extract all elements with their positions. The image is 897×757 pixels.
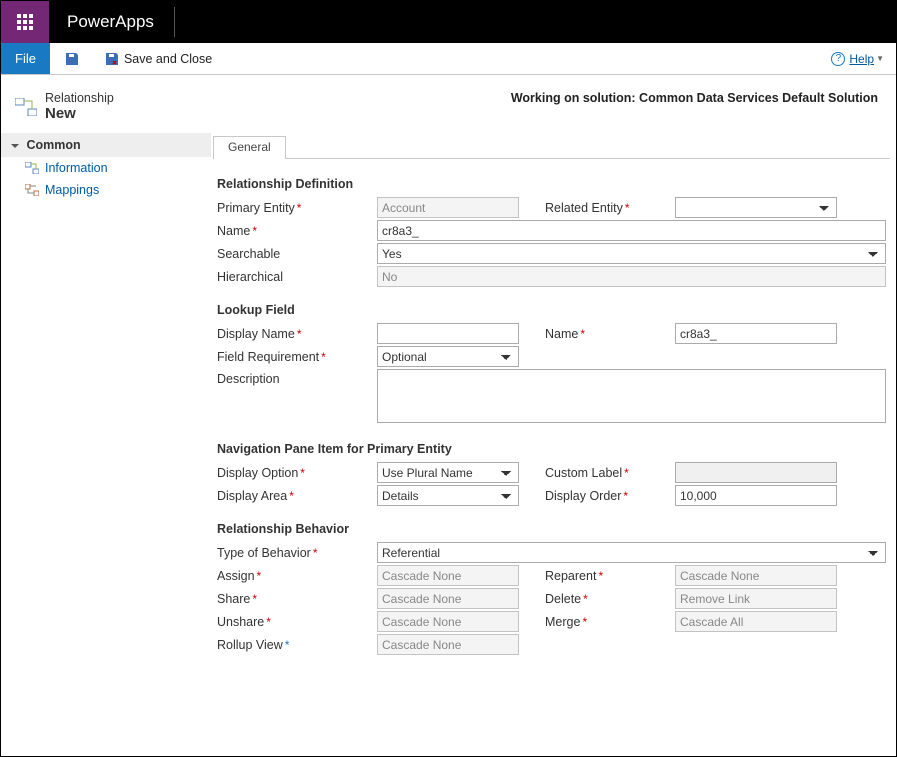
- app-launcher-button[interactable]: [1, 1, 49, 43]
- label-field-requirement: Field Requirement*: [217, 347, 377, 367]
- input-display-name[interactable]: [377, 323, 519, 344]
- chevron-down-icon: [11, 144, 19, 148]
- sidebar-item-information[interactable]: Information: [1, 157, 211, 179]
- label-rollup: Rollup View*: [217, 635, 377, 655]
- brand-separator: [174, 7, 175, 37]
- sidebar-group-common[interactable]: Common: [1, 133, 211, 157]
- label-display-order: Display Order*: [545, 486, 675, 506]
- header-type-label: Relationship: [45, 91, 114, 105]
- label-display-name: Display Name*: [217, 324, 377, 344]
- select-share: Cascade None: [377, 588, 519, 609]
- input-rel-name[interactable]: [377, 220, 886, 241]
- sidebar-item-label: Mappings: [45, 183, 99, 197]
- select-rollup: Cascade None: [377, 634, 519, 655]
- label-display-option: Display Option*: [217, 463, 377, 483]
- select-reparent: Cascade None: [675, 565, 837, 586]
- save-icon: [64, 51, 80, 67]
- label-assign: Assign*: [217, 566, 377, 586]
- label-description: Description: [217, 369, 377, 389]
- sidebar-group-label: Common: [26, 138, 80, 152]
- label-searchable: Searchable: [217, 244, 377, 264]
- save-button[interactable]: [58, 43, 90, 74]
- input-lookup-name[interactable]: [675, 323, 837, 344]
- label-rel-name: Name*: [217, 221, 377, 241]
- select-primary-entity: Account: [377, 197, 519, 218]
- label-reparent: Reparent*: [545, 566, 675, 586]
- select-delete: Remove Link: [675, 588, 837, 609]
- label-unshare: Unshare*: [217, 612, 377, 632]
- page-header: Relationship New Working on solution: Co…: [1, 75, 896, 133]
- label-share: Share*: [217, 589, 377, 609]
- waffle-icon: [17, 14, 33, 30]
- mappings-icon: [25, 184, 39, 196]
- select-related-entity[interactable]: [675, 197, 837, 218]
- help-icon: ?: [831, 52, 845, 66]
- relationship-icon: [15, 98, 37, 116]
- input-display-order[interactable]: [675, 485, 837, 506]
- file-menu-button[interactable]: File: [1, 43, 50, 74]
- tab-general[interactable]: General: [213, 136, 286, 159]
- select-behavior-type[interactable]: Referential: [377, 542, 886, 563]
- select-display-option[interactable]: Use Plural Name: [377, 462, 519, 483]
- input-custom-label: [675, 462, 837, 483]
- select-hierarchical: No: [377, 266, 886, 287]
- select-searchable[interactable]: Yes: [377, 243, 886, 264]
- select-unshare: Cascade None: [377, 611, 519, 632]
- help-menu[interactable]: ? Help ▼: [819, 43, 896, 74]
- information-icon: [25, 162, 39, 174]
- label-behavior-type: Type of Behavior*: [217, 543, 377, 563]
- sidebar-item-label: Information: [45, 161, 108, 175]
- page-title: New: [45, 105, 114, 123]
- section-behavior-heading: Relationship Behavior: [217, 522, 886, 536]
- label-primary-entity: Primary Entity*: [217, 198, 377, 218]
- select-field-requirement[interactable]: Optional: [377, 346, 519, 367]
- section-navigation-heading: Navigation Pane Item for Primary Entity: [217, 442, 886, 456]
- tab-strip: General: [213, 135, 890, 159]
- content-area: General Relationship Definition Primary …: [211, 133, 896, 754]
- textarea-description[interactable]: [377, 369, 886, 423]
- label-merge: Merge*: [545, 612, 675, 632]
- save-and-close-button[interactable]: Save and Close: [98, 43, 218, 74]
- section-lookup-heading: Lookup Field: [217, 303, 886, 317]
- select-merge: Cascade All: [675, 611, 837, 632]
- toolbar: File Save and Close ? Help ▼: [1, 43, 896, 75]
- save-and-close-label: Save and Close: [124, 52, 212, 66]
- label-delete: Delete*: [545, 589, 675, 609]
- chevron-down-icon: ▼: [876, 54, 884, 63]
- label-custom-label: Custom Label*: [545, 463, 675, 483]
- label-lookup-name: Name*: [545, 324, 675, 344]
- solution-label: Working on solution: Common Data Service…: [511, 91, 886, 105]
- section-definition-heading: Relationship Definition: [217, 177, 886, 191]
- brand-bar: PowerApps: [1, 1, 896, 43]
- sidebar: Common Information Mappings: [1, 133, 211, 754]
- select-assign: Cascade None: [377, 565, 519, 586]
- sidebar-item-mappings[interactable]: Mappings: [1, 179, 211, 201]
- select-display-area[interactable]: Details: [377, 485, 519, 506]
- file-menu-label: File: [15, 51, 36, 66]
- app-title: PowerApps: [49, 1, 154, 43]
- label-hierarchical: Hierarchical: [217, 267, 377, 287]
- label-related-entity: Related Entity*: [545, 198, 675, 218]
- label-display-area: Display Area*: [217, 486, 377, 506]
- save-and-close-icon: [104, 51, 120, 67]
- help-label: Help: [849, 52, 874, 66]
